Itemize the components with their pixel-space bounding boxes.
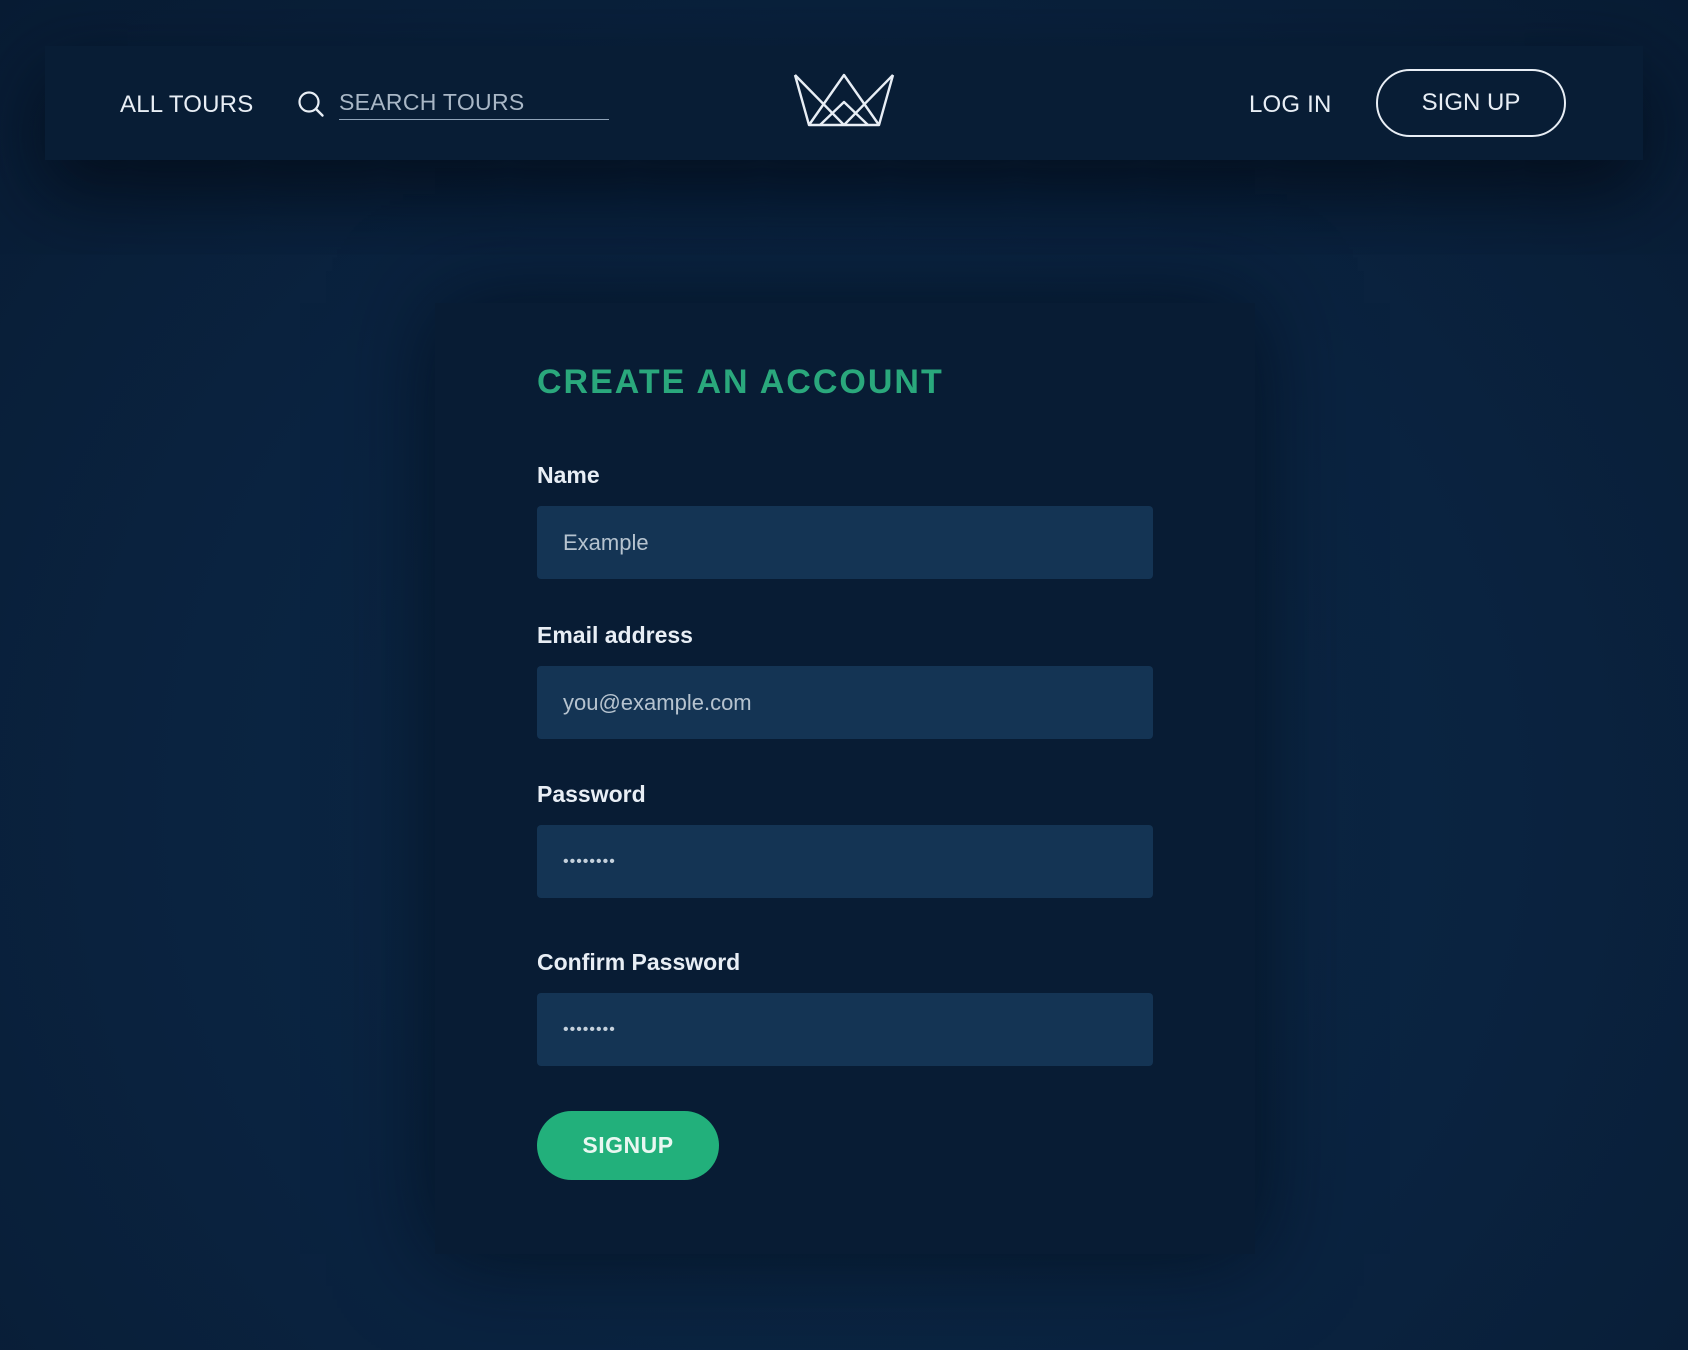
email-input[interactable] [537, 666, 1153, 739]
confirm-password-input[interactable]: •••••••• [537, 993, 1153, 1066]
name-label: Name [537, 462, 600, 488]
search-icon[interactable] [297, 90, 325, 118]
password-input[interactable]: •••••••• [537, 825, 1153, 898]
confirm-password-label: Confirm Password [537, 949, 741, 975]
signup-submit-button[interactable]: SIGNUP [537, 1111, 719, 1180]
search-tours-input[interactable] [339, 86, 609, 120]
signup-form-card: CREATE AN ACCOUNT Name Email address Pas… [435, 303, 1255, 1254]
name-input[interactable] [537, 506, 1153, 579]
all-tours-link[interactable]: ALL TOURS [120, 91, 253, 119]
form-title: CREATE AN ACCOUNT [537, 363, 944, 401]
email-label: Email address [537, 622, 693, 648]
log-in-link[interactable]: LOG IN [1249, 91, 1332, 119]
search-tours [297, 86, 611, 122]
sign-up-button[interactable]: SIGN UP [1376, 69, 1566, 137]
password-label: Password [537, 781, 646, 807]
crown-logo-icon[interactable] [792, 72, 896, 128]
top-navigation-bar: ALL TOURS LOG IN SIGN UP [45, 46, 1643, 160]
